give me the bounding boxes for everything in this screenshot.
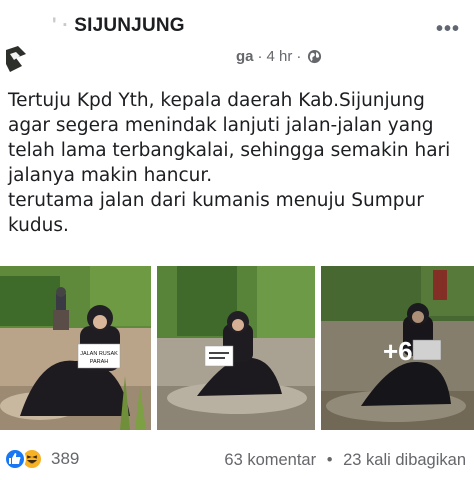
author-name[interactable]: ga <box>236 48 254 65</box>
meta-dot: · <box>257 48 263 65</box>
post-body: Tertuju Kpd Yth, kepala daerah Kab.Sijun… <box>8 88 470 238</box>
reactions-summary[interactable]: 389 <box>4 448 79 470</box>
group-name-hidden-part: ' · <box>52 15 69 36</box>
sign-text-line-1: JALAN RUSAK <box>80 351 118 357</box>
post-meta: ga · 4 hr · <box>236 48 322 65</box>
photo-1[interactable]: JALAN RUSAK PARAH <box>0 266 151 430</box>
globe-icon <box>308 49 322 64</box>
group-name-label: SIJUNJUNG <box>74 15 185 36</box>
post-header: ' · SIJUNJUNG ••• ga · 4 hr · <box>0 0 474 78</box>
meta-dot-2: · <box>296 48 302 65</box>
photo-grid: JALAN RUSAK PARAH +6 <box>0 266 474 430</box>
more-photos-count[interactable]: +6 <box>383 336 413 367</box>
photo-3[interactable]: +6 <box>321 266 474 430</box>
group-name[interactable]: ' · SIJUNJUNG <box>52 15 185 37</box>
group-avatar[interactable] <box>4 44 28 74</box>
photo-2[interactable] <box>157 266 315 430</box>
post-footer: 389 63 komentar • 23 kali dibagikan <box>0 444 474 476</box>
post-paragraph-1: Tertuju Kpd Yth, kepala daerah Kab.Sijun… <box>8 90 457 186</box>
shares-count[interactable]: 23 kali dibagikan <box>343 451 466 469</box>
like-reaction-icon <box>4 448 26 470</box>
reaction-count: 389 <box>51 449 80 468</box>
post-stats: 63 komentar • 23 kali dibagikan <box>224 451 466 470</box>
post-time[interactable]: 4 hr <box>267 48 293 65</box>
sign-text-line-2: PARAH <box>90 359 109 365</box>
post-paragraph-2: terutama jalan dari kumanis menuju Sumpu… <box>8 190 430 236</box>
ellipsis-icon[interactable]: ••• <box>436 18 460 41</box>
stats-separator: • <box>326 451 333 469</box>
comments-count[interactable]: 63 komentar <box>224 451 316 469</box>
